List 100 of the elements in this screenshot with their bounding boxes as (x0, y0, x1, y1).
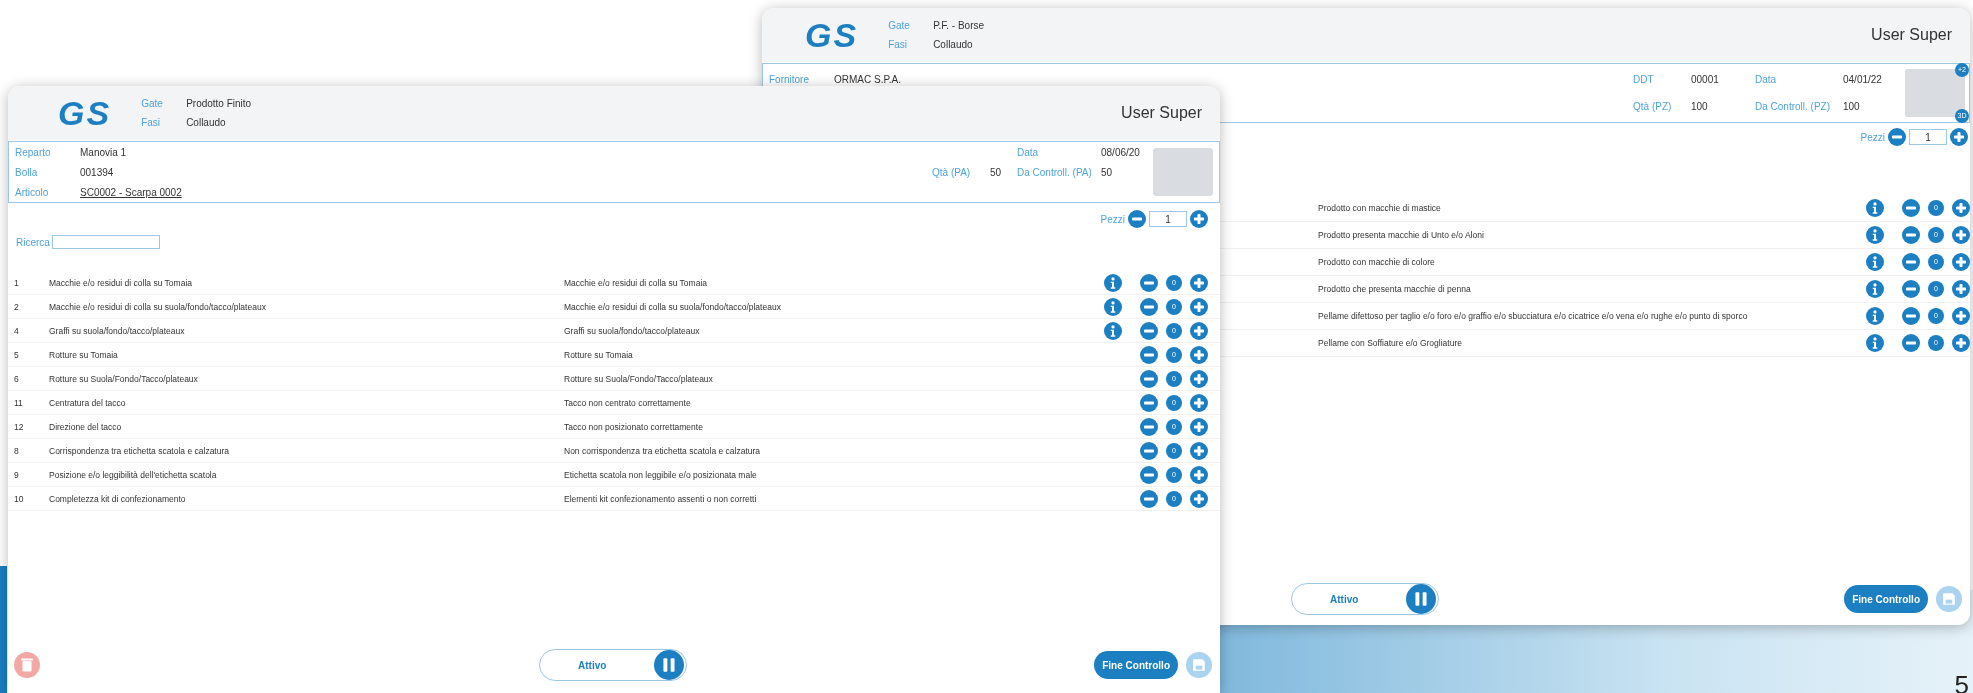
field-value: ORMAC S.P.A. (834, 74, 903, 85)
info-button[interactable] (1866, 199, 1884, 217)
table-cell-text: Rotture su Suola/Fondo/Tacco/plateaux (49, 373, 199, 384)
info-button[interactable] (1104, 321, 1122, 340)
table-cell-text: Graffi su suola/fondo/tacco/plateaux (49, 325, 186, 336)
field-value: 00001 (1691, 74, 1720, 85)
pause-icon (1406, 584, 1436, 614)
plus-button[interactable] (1190, 273, 1208, 292)
minus-button[interactable] (1902, 280, 1920, 298)
search-field[interactable] (51, 235, 160, 249)
plus-button[interactable] (1952, 280, 1970, 298)
table-cell-text: Macchie e/o residui di colla su suola/fondo/tacco/plateaux (49, 301, 267, 312)
plus-button[interactable] (1950, 128, 1968, 146)
table-cell-text: Rotture su Suola/Fondo/Tacco/plateaux (564, 373, 714, 384)
table-cell-text: Graffi su suola/fondo/tacco/plateaux (564, 325, 701, 336)
table-cell-text: Tacco non posizionato correttamente (564, 421, 704, 432)
minus-button[interactable] (1902, 307, 1920, 325)
minus-button[interactable] (1140, 393, 1158, 412)
table-cell-text: Pellame con Soffiature e/o Grogliature (1318, 338, 1463, 348)
article-link[interactable]: SC0002 - Scarpa 0002 (80, 186, 932, 198)
quantity-field[interactable]: 1 (1149, 211, 1187, 227)
field-value: P.F. - Borse (933, 20, 985, 31)
plus-button[interactable] (1190, 345, 1208, 364)
field-label: Fasi (888, 39, 909, 50)
plus-button[interactable] (1952, 334, 1970, 352)
field-label: Gate (888, 20, 911, 31)
plus-button[interactable] (1190, 369, 1208, 388)
field-label: Data (1017, 146, 1040, 158)
plus-button[interactable] (1190, 489, 1208, 508)
table-cell-text: Completezza kit di confezionamento (49, 493, 187, 504)
plus-button[interactable] (1190, 417, 1208, 436)
minus-button[interactable] (1140, 273, 1158, 292)
field-label: Fornitore (769, 74, 810, 85)
info-button[interactable] (1866, 307, 1884, 325)
plus-button[interactable] (1190, 210, 1208, 228)
field-value: 001394 (80, 166, 115, 178)
info-button[interactable] (1104, 297, 1122, 316)
minus-button[interactable] (1888, 128, 1906, 146)
photo-placeholder (1153, 148, 1213, 196)
info-button[interactable] (1866, 253, 1884, 271)
table-cell-text: 6 (13, 373, 20, 384)
plus-button[interactable] (1190, 297, 1208, 316)
minus-button[interactable] (1140, 297, 1158, 316)
quantity-field[interactable]: 1 (1909, 129, 1947, 145)
plus-button[interactable] (1952, 307, 1970, 325)
table-cell-text: 11 (13, 397, 24, 408)
minus-button[interactable] (1902, 334, 1920, 352)
field-label: DDT (1633, 74, 1655, 85)
plus-button[interactable] (1190, 441, 1208, 460)
table-cell-text: Etichetta scatola non leggibile e/o posizionata male (564, 469, 758, 480)
finish-button[interactable]: Fine Controllo (1844, 585, 1928, 613)
table-cell-text: Elementi kit confezionamento assenti o non corretti (564, 493, 758, 504)
table-cell-text: 12 (13, 421, 25, 432)
minus-button[interactable] (1902, 199, 1920, 217)
minus-button[interactable] (1128, 210, 1146, 228)
plus-button[interactable] (1190, 393, 1208, 412)
minus-button[interactable] (1140, 345, 1158, 364)
field-label: Reparto (15, 146, 52, 158)
table-cell-text: Tacco non centrato correttamente (564, 397, 692, 408)
field-value: 100 (1691, 101, 1709, 112)
table-cell-text: Rotture su Tomaia (49, 349, 119, 360)
plus-button[interactable] (1952, 199, 1970, 217)
field-value: 50 (1101, 166, 1114, 178)
minus-button[interactable] (1140, 369, 1158, 388)
field-label: Qtà (PA) (932, 166, 972, 178)
plus-button[interactable] (1952, 226, 1970, 244)
field-label: Gate (141, 98, 164, 109)
field-value: 04/01/22 (1843, 74, 1883, 85)
info-button[interactable] (1866, 226, 1884, 244)
info-button[interactable] (1866, 280, 1884, 298)
user-name: User Super (1871, 26, 1953, 44)
info-button[interactable] (1104, 273, 1122, 292)
field-value: Prodotto Finito (186, 98, 252, 109)
table-cell-text: Macchie e/o residui di colla su Tomaia (49, 277, 193, 288)
minus-button[interactable] (1140, 417, 1158, 436)
plus-button[interactable] (1190, 465, 1208, 484)
plus-button[interactable] (1952, 253, 1970, 271)
minus-button[interactable] (1140, 321, 1158, 340)
minus-button[interactable] (1902, 226, 1920, 244)
field-label: Da Controll. (PA) (1017, 166, 1093, 178)
info-button[interactable] (1866, 334, 1884, 352)
plus-button[interactable] (1190, 321, 1208, 340)
minus-button[interactable] (1140, 465, 1158, 484)
table-cell-text: 4 (13, 325, 20, 336)
table-cell-text: Posizione e/o leggibilità dell'etichetta scatola (49, 469, 218, 480)
table-cell-text: 10 (13, 493, 25, 504)
field-value: Manovia 1 (80, 146, 128, 158)
finish-button[interactable]: Fine Controllo (1094, 651, 1178, 679)
field-value: Collaudo (186, 117, 227, 128)
table-cell-text: 1 (13, 277, 20, 288)
minus-button[interactable] (1140, 441, 1158, 460)
table-cell-text: 8 (13, 445, 20, 456)
field-label: Bolla (15, 166, 39, 178)
table-cell-text: Corrispondenza tra etichetta scatola e calzatura (49, 445, 230, 456)
minus-button[interactable] (1902, 253, 1920, 271)
logo: GS (58, 96, 112, 130)
field-label: Articolo (15, 186, 50, 198)
minus-button[interactable] (1140, 489, 1158, 508)
field-value: Collaudo (933, 39, 974, 50)
table-cell-text: 2 (13, 301, 20, 312)
